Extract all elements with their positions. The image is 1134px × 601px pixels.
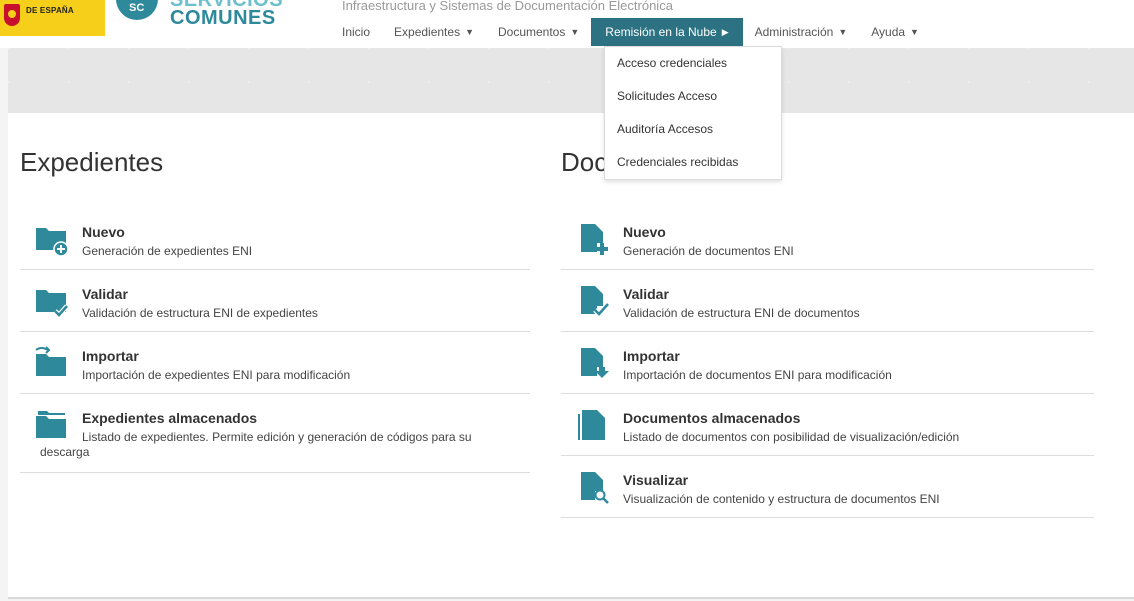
nav-remision-nube[interactable]: Remisión en la Nube ▶ bbox=[591, 18, 743, 46]
nav-ayuda[interactable]: Ayuda ▼ bbox=[859, 18, 931, 46]
gobierno-logo[interactable]: DE ESPAÑA bbox=[0, 0, 105, 36]
item-description: Listado de documentos con posibilidad de… bbox=[623, 430, 960, 444]
document-import-icon bbox=[575, 346, 611, 380]
coat-of-arms-icon bbox=[4, 4, 20, 26]
site-subtitle: Infraestructura y Sistemas de Documentac… bbox=[342, 0, 673, 13]
item-description: Visualización de contenido y estructura … bbox=[623, 492, 940, 506]
remision-nube-dropdown: Acceso credenciales Solicitudes Acceso A… bbox=[604, 46, 782, 180]
list-item-nuevo-documento[interactable]: Nuevo Generación de documentos ENI bbox=[561, 208, 1094, 270]
folder-plus-icon bbox=[34, 222, 70, 256]
list-item-documentos-almacenados[interactable]: Documentos almacenados Listado de docume… bbox=[561, 394, 1094, 456]
header: DE ESPAÑA SC SERVICIOS COMUNES Infraestr… bbox=[0, 0, 1134, 48]
gov-text: DE ESPAÑA bbox=[26, 6, 74, 15]
list-item-validar-documento[interactable]: Validar Validación de estructura ENI de … bbox=[561, 270, 1094, 332]
list-item-visualizar-documento[interactable]: Visualizar Visualización de contenido y … bbox=[561, 456, 1094, 518]
item-description: Generación de documentos ENI bbox=[623, 244, 794, 258]
item-description: Importación de documentos ENI para modif… bbox=[623, 368, 892, 382]
document-check-icon bbox=[575, 284, 611, 318]
brand-name: COMUNES bbox=[170, 7, 276, 29]
item-description: Listado de expedientes. Permite edición … bbox=[82, 430, 472, 444]
nav-label: Remisión en la Nube bbox=[605, 25, 717, 39]
documentos-list: Nuevo Generación de documentos ENI Valid… bbox=[561, 208, 1094, 518]
list-item-importar-documento[interactable]: Importar Importación de documentos ENI p… bbox=[561, 332, 1094, 394]
nav-documentos[interactable]: Documentos ▼ bbox=[486, 18, 591, 46]
item-title: Importar bbox=[623, 348, 680, 364]
nav-label: Documentos bbox=[497, 25, 566, 39]
item-title: Nuevo bbox=[623, 224, 666, 240]
folder-check-icon bbox=[34, 284, 70, 318]
item-description: Validación de estructura ENI de expedien… bbox=[82, 306, 318, 320]
nav-label: Inicio bbox=[342, 25, 371, 39]
section-title-expedientes: Expedientes bbox=[20, 147, 164, 177]
document-plus-icon bbox=[575, 222, 611, 256]
item-title: Nuevo bbox=[82, 224, 125, 240]
nav-inicio[interactable]: Inicio bbox=[330, 18, 382, 46]
item-title: Validar bbox=[82, 286, 128, 302]
item-description-cont: descarga bbox=[40, 445, 90, 459]
documents-stack-icon bbox=[575, 408, 611, 442]
chevron-down-icon: ▼ bbox=[465, 27, 474, 37]
folders-stack-icon bbox=[34, 408, 70, 442]
folder-import-icon bbox=[34, 346, 70, 380]
nav-label: Ayuda bbox=[871, 25, 906, 39]
nav-administracion[interactable]: Administración ▼ bbox=[743, 18, 860, 46]
item-description: Importación de expedientes ENI para modi… bbox=[82, 368, 351, 382]
item-title: Expedientes almacenados bbox=[82, 410, 258, 426]
list-item-importar-expediente[interactable]: Importar Importación de expedientes ENI … bbox=[20, 332, 530, 394]
chevron-down-icon: ▼ bbox=[910, 27, 919, 37]
list-item-expedientes-almacenados[interactable]: Expedientes almacenados Listado de exped… bbox=[20, 394, 530, 473]
item-title: Documentos almacenados bbox=[623, 410, 801, 426]
main-content: Expedientes Nuevo Generación de expedien… bbox=[8, 113, 1134, 599]
menu-item-credenciales-recibidas[interactable]: Credenciales recibidas bbox=[605, 146, 781, 179]
menu-item-acceso-credenciales[interactable]: Acceso credenciales bbox=[605, 47, 781, 80]
logo-circle-text: SC bbox=[129, 2, 145, 14]
item-title: Visualizar bbox=[623, 472, 689, 488]
item-description: Validación de estructura ENI de document… bbox=[623, 306, 860, 320]
item-description: Generación de expedientes ENI bbox=[82, 244, 253, 258]
list-item-validar-expediente[interactable]: Validar Validación de estructura ENI de … bbox=[20, 270, 530, 332]
decorative-banner bbox=[8, 48, 1134, 113]
nav-label: Expedientes bbox=[394, 25, 461, 39]
chevron-right-icon: ▶ bbox=[721, 27, 729, 37]
nav-expedientes[interactable]: Expedientes ▼ bbox=[382, 18, 486, 46]
item-title: Importar bbox=[82, 348, 139, 364]
item-title: Validar bbox=[623, 286, 669, 302]
list-item-nuevo-expediente[interactable]: Nuevo Generación de expedientes ENI bbox=[20, 208, 530, 270]
document-search-icon bbox=[575, 470, 611, 504]
menu-item-auditoria-accesos[interactable]: Auditoría Accesos bbox=[605, 113, 781, 146]
chevron-down-icon: ▼ bbox=[570, 27, 580, 37]
menu-item-solicitudes-acceso[interactable]: Solicitudes Acceso bbox=[605, 80, 781, 113]
nav-label: Administración bbox=[754, 25, 834, 39]
main-nav: Inicio Expedientes ▼ Documentos ▼ Remisi… bbox=[330, 18, 931, 46]
servicios-comunes-logo[interactable]: SC bbox=[116, 0, 158, 20]
chevron-down-icon: ▼ bbox=[838, 27, 848, 37]
expedientes-list: Nuevo Generación de expedientes ENI Vali… bbox=[20, 208, 530, 473]
